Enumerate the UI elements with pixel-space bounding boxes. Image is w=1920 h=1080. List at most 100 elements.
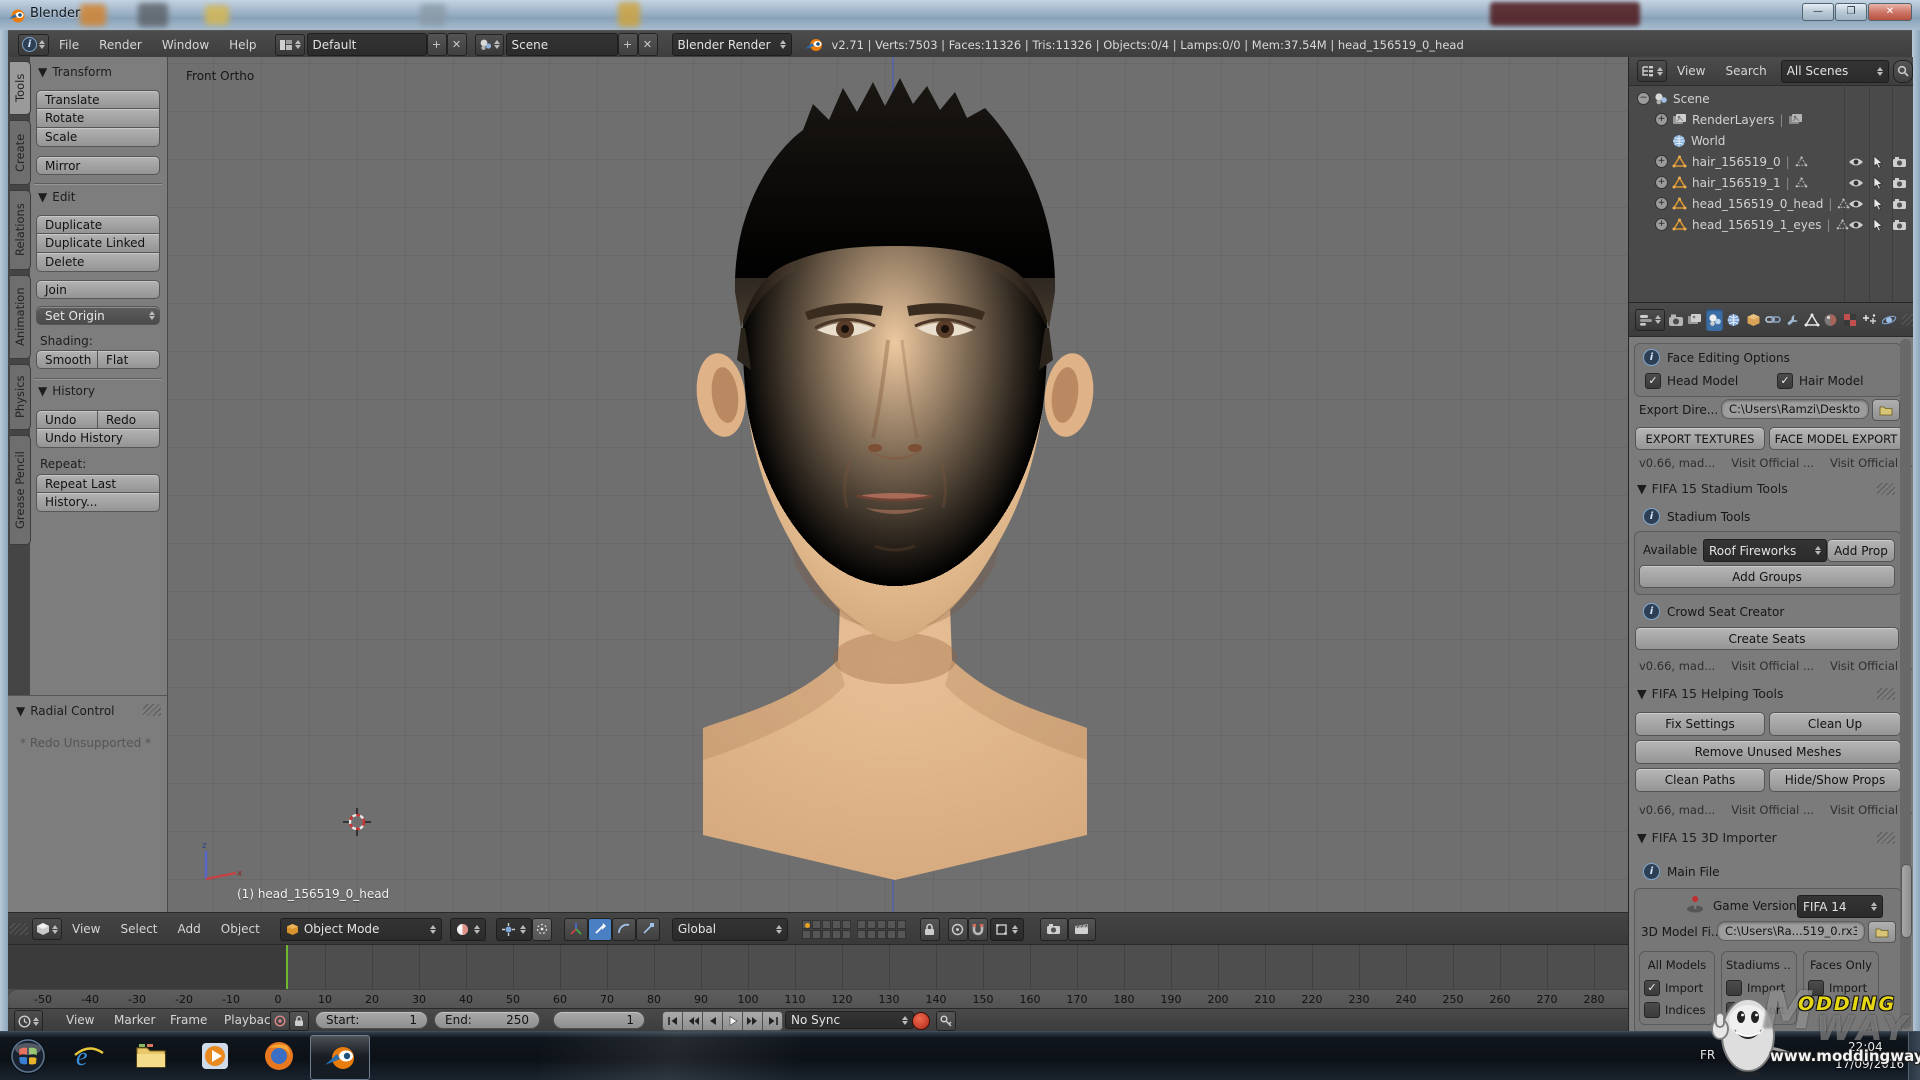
layer-toggle[interactable]: [811, 929, 821, 939]
scale-button[interactable]: Scale: [36, 128, 160, 147]
lock-button[interactable]: [289, 1011, 309, 1031]
tab-constraints[interactable]: [1764, 309, 1781, 331]
importer-section-header[interactable]: ▼ FIFA 15 3D Importer: [1637, 830, 1777, 845]
outliner-item-head-156519-1-eyes[interactable]: + head_156519_1_eyes |: [1629, 214, 1913, 235]
helping-tools-section-header[interactable]: ▼ FIFA 15 Helping Tools: [1637, 686, 1784, 701]
taskbar-ie-icon[interactable]: e: [72, 1039, 106, 1073]
join-button[interactable]: Join: [36, 280, 160, 299]
outliner-menu-view[interactable]: View: [1667, 64, 1715, 78]
prev-keyframe-button[interactable]: [682, 1011, 703, 1031]
opengl-render-anim-button[interactable]: [1067, 917, 1096, 941]
pivot-center-select[interactable]: [495, 917, 532, 941]
move-manipulator-button[interactable]: [587, 917, 612, 941]
outliner-filter-select[interactable]: All Scenes: [1780, 59, 1889, 83]
tab-object[interactable]: [1745, 309, 1762, 331]
visibility-eye-icon[interactable]: [1848, 199, 1864, 209]
layer-grid-2[interactable]: [856, 919, 906, 939]
importer-checkbox-row[interactable]: ✓Import: [1726, 980, 1792, 996]
layer-toggle[interactable]: [856, 929, 866, 939]
game-version-select[interactable]: FIFA 14: [1797, 895, 1883, 918]
fix-settings-button[interactable]: Fix Settings: [1635, 712, 1765, 736]
stadium-tools-section-header[interactable]: ▼ FIFA 15 Stadium Tools: [1637, 481, 1788, 496]
taskbar-firefox-icon[interactable]: [262, 1039, 296, 1073]
render-engine-select[interactable]: Blender Render: [671, 33, 792, 56]
expand-icon[interactable]: +: [1655, 197, 1668, 210]
sync-select[interactable]: No Sync: [785, 1011, 914, 1029]
layer-toggle[interactable]: [811, 919, 821, 929]
vp-menu-object[interactable]: Object: [211, 922, 270, 936]
jump-to-start-button[interactable]: [662, 1011, 683, 1031]
visit-official-link[interactable]: Visit Official ...: [1731, 456, 1814, 470]
rotate-manipulator-button[interactable]: [611, 917, 636, 941]
outliner-search-button[interactable]: [1892, 59, 1913, 83]
shelf-tab-create[interactable]: Create: [10, 120, 31, 185]
selectability-cursor-icon[interactable]: [1873, 218, 1883, 231]
next-keyframe-button[interactable]: [742, 1011, 763, 1031]
renderability-camera-icon[interactable]: [1892, 198, 1907, 210]
selectability-cursor-icon[interactable]: [1873, 155, 1883, 168]
vp-menu-select[interactable]: Select: [110, 922, 167, 936]
tab-particles[interactable]: [1861, 309, 1878, 331]
duplicate-button[interactable]: Duplicate: [36, 215, 160, 234]
layer-toggle[interactable]: [831, 919, 841, 929]
start-button[interactable]: [8, 1036, 48, 1076]
start-frame-field[interactable]: Start: 1: [315, 1011, 428, 1029]
end-frame-field[interactable]: End: 250: [434, 1011, 540, 1029]
visit-official-link[interactable]: Visit Official ...: [1731, 803, 1814, 817]
panel-header-transform[interactable]: ▼ Transform: [30, 65, 112, 79]
add-groups-button[interactable]: Add Groups: [1639, 565, 1895, 588]
properties-editor-type-selector[interactable]: [1635, 308, 1665, 331]
tab-object-data[interactable]: [1803, 309, 1820, 331]
importer-checkbox-row[interactable]: ✓Import: [1808, 980, 1874, 996]
expand-icon[interactable]: +: [1655, 155, 1668, 168]
scene-selector-icon-button[interactable]: [474, 33, 504, 56]
shelf-tab-relations[interactable]: Relations: [10, 190, 31, 270]
tab-scene[interactable]: [1705, 308, 1724, 331]
expand-icon[interactable]: +: [1655, 218, 1668, 231]
flat-button[interactable]: Flat: [98, 350, 160, 369]
window-titlebar[interactable]: Blender — ❐ ✕: [0, 0, 1920, 31]
visit-official-link[interactable]: Visit Official ...: [1731, 659, 1814, 673]
menu-help[interactable]: Help: [219, 38, 266, 52]
delete-button[interactable]: Delete: [36, 253, 160, 272]
set-origin-dropdown[interactable]: Set Origin: [36, 306, 160, 325]
scene-field[interactable]: Scene: [505, 33, 618, 56]
timeline-ruler[interactable]: -50 -40 -30 -20 -10 0 10 20 30 40 50 60 70 80 90 100 110…: [8, 989, 1628, 1009]
face-model-export-button[interactable]: FACE MODEL EXPORT: [1769, 427, 1903, 450]
layer-toggle[interactable]: [876, 929, 886, 939]
timeline-scrub-area[interactable]: -50 -40 -30 -20 -10 0 10 20 30 40 50 60 70 80 90 100 110…: [8, 944, 1628, 1009]
rotate-button[interactable]: Rotate: [36, 109, 160, 128]
hide-show-props-button[interactable]: Hide/Show Props: [1769, 768, 1901, 792]
shelf-tab-physics[interactable]: Physics: [10, 364, 31, 430]
tab-physics[interactable]: [1880, 309, 1897, 331]
smooth-button[interactable]: Smooth: [36, 350, 98, 369]
outliner-item-world[interactable]: World: [1629, 130, 1913, 151]
proportional-edit-button[interactable]: [947, 917, 968, 941]
properties-scrollbar[interactable]: [1900, 339, 1912, 1029]
translate-button[interactable]: Translate: [36, 90, 160, 109]
add-layout-button[interactable]: +: [426, 33, 447, 56]
maximize-button[interactable]: ❐: [1835, 3, 1867, 21]
repeat-last-button[interactable]: Repeat Last: [36, 474, 160, 493]
tab-texture[interactable]: [1842, 309, 1859, 331]
selectability-cursor-icon[interactable]: [1873, 197, 1883, 210]
layer-toggle[interactable]: [821, 929, 831, 939]
visibility-eye-icon[interactable]: [1848, 157, 1864, 167]
model-file-field[interactable]: C:\Users\Ra...519_0.rx3: [1717, 921, 1865, 941]
tab-render[interactable]: [1667, 309, 1684, 331]
tab-material[interactable]: [1822, 309, 1839, 331]
layer-toggle[interactable]: [886, 929, 896, 939]
layer-toggle[interactable]: [821, 919, 831, 929]
play-reverse-button[interactable]: [702, 1011, 723, 1031]
layer-toggle[interactable]: [856, 919, 866, 929]
tab-modifiers[interactable]: [1783, 309, 1800, 331]
undo-button[interactable]: Undo: [36, 410, 98, 429]
lock-to-scene-button[interactable]: [919, 917, 940, 941]
record-button[interactable]: [912, 1012, 930, 1030]
clean-paths-button[interactable]: Clean Paths: [1635, 768, 1765, 792]
head-model-checkbox[interactable]: ✓ Head Model: [1645, 373, 1738, 389]
undo-history-button[interactable]: Undo History: [36, 429, 160, 448]
clean-up-button[interactable]: Clean Up: [1769, 712, 1901, 736]
visibility-eye-icon[interactable]: [1848, 178, 1864, 188]
history-more-button[interactable]: History...: [36, 493, 160, 512]
